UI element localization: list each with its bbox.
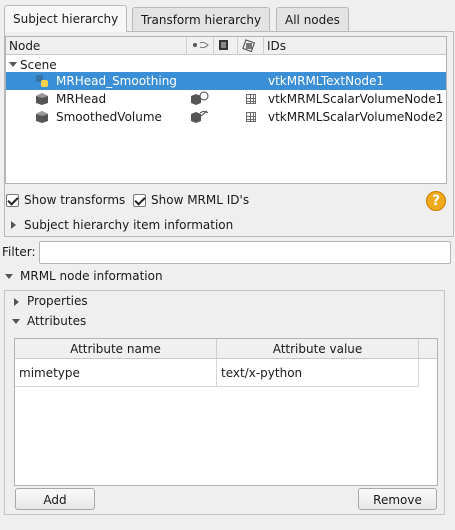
eye-visibility-icon (193, 41, 209, 49)
column-header-ids[interactable]: IDs (264, 37, 446, 55)
attributes-table[interactable]: Attribute name Attribute value mimetype … (14, 338, 438, 486)
tab-transform-hierarchy[interactable]: Transform hierarchy (132, 7, 271, 31)
node-name: MRHead_Smoothing (56, 74, 177, 88)
column-header-label: Attribute value (272, 342, 363, 356)
grid-icon[interactable] (246, 94, 256, 104)
attributes-section-header[interactable]: Attributes (27, 314, 86, 328)
show-mrml-ids-checkbox[interactable] (133, 194, 146, 207)
collapse-arrow-icon[interactable] (11, 221, 16, 229)
column-header-attribute-name[interactable]: Attribute name (15, 339, 217, 359)
expand-arrow-icon[interactable] (12, 319, 20, 324)
tab-label: Subject hierarchy (13, 12, 119, 26)
column-header-label: Attribute name (70, 342, 161, 356)
node-id: vtkMRMLScalarVolumeNode1 (268, 92, 444, 106)
scene-label: Scene (20, 58, 57, 72)
show-transforms-checkbox[interactable] (6, 194, 19, 207)
column-header-transform[interactable] (238, 37, 264, 55)
attribute-value-cell[interactable]: text/x-python (217, 359, 419, 387)
attribute-value: text/x-python (221, 366, 303, 380)
volume-icon (36, 111, 48, 123)
expand-arrow-icon[interactable] (5, 274, 13, 279)
button-label: Remove (373, 493, 422, 507)
tab-label: All nodes (285, 13, 340, 27)
tab-label: Transform hierarchy (141, 13, 262, 27)
tree-row[interactable]: SmoothedVolume vtkMRMLScalarVolumeNode2 (6, 108, 446, 126)
column-header-attribute-value[interactable]: Attribute value (217, 339, 419, 359)
button-label: Add (43, 493, 67, 507)
subject-hierarchy-tree[interactable]: Node IDs Scene MRHead_Smoothing vtkMRMLT… (5, 36, 447, 184)
grid-icon[interactable] (246, 112, 256, 122)
transform-icon (242, 39, 256, 53)
column-header-color[interactable] (214, 37, 238, 55)
tree-row[interactable]: MRHead_Smoothing vtkMRMLTextNode1 (6, 72, 446, 90)
filter-input[interactable] (39, 241, 451, 264)
table-row[interactable]: mimetype text/x-python (15, 359, 419, 387)
color-table-icon (219, 40, 228, 50)
column-header-label: IDs (267, 39, 287, 53)
visibility-eye-icon[interactable] (190, 91, 210, 107)
properties-section-header[interactable]: Properties (27, 294, 88, 308)
visibility-eye-closed-icon[interactable] (190, 109, 210, 125)
add-attribute-button[interactable]: Add (15, 488, 95, 510)
collapse-arrow-icon[interactable] (14, 298, 19, 306)
python-icon (36, 75, 48, 87)
item-info-section-header[interactable]: Subject hierarchy item information (24, 218, 233, 232)
attribute-name-cell[interactable]: mimetype (15, 359, 217, 387)
show-mrml-ids-label: Show MRML ID's (151, 193, 250, 207)
node-id: vtkMRMLScalarVolumeNode2 (268, 110, 444, 124)
remove-attribute-button[interactable]: Remove (358, 488, 437, 510)
node-name: SmoothedVolume (56, 110, 162, 124)
help-glyph: ? (431, 193, 441, 209)
filter-label: Filter: (2, 245, 36, 259)
help-icon[interactable]: ? (426, 191, 446, 211)
attributes-header: Attribute name Attribute value (15, 339, 437, 359)
node-id: vtkMRMLTextNode1 (268, 74, 385, 88)
column-header-node[interactable]: Node (6, 37, 187, 55)
tree-row[interactable]: MRHead vtkMRMLScalarVolumeNode1 (6, 90, 446, 108)
column-header-visibility[interactable] (187, 37, 214, 55)
mrml-node-info-header[interactable]: MRML node information (20, 269, 163, 283)
node-name: MRHead (56, 92, 107, 106)
tree-header: Node IDs (6, 37, 446, 55)
expand-arrow-icon[interactable] (9, 62, 17, 67)
tab-subject-hierarchy[interactable]: Subject hierarchy (4, 5, 128, 32)
attribute-name: mimetype (19, 366, 80, 380)
volume-icon (36, 93, 48, 105)
tab-all-nodes[interactable]: All nodes (276, 7, 349, 31)
show-transforms-label: Show transforms (24, 193, 126, 207)
column-header-label: Node (9, 39, 41, 53)
